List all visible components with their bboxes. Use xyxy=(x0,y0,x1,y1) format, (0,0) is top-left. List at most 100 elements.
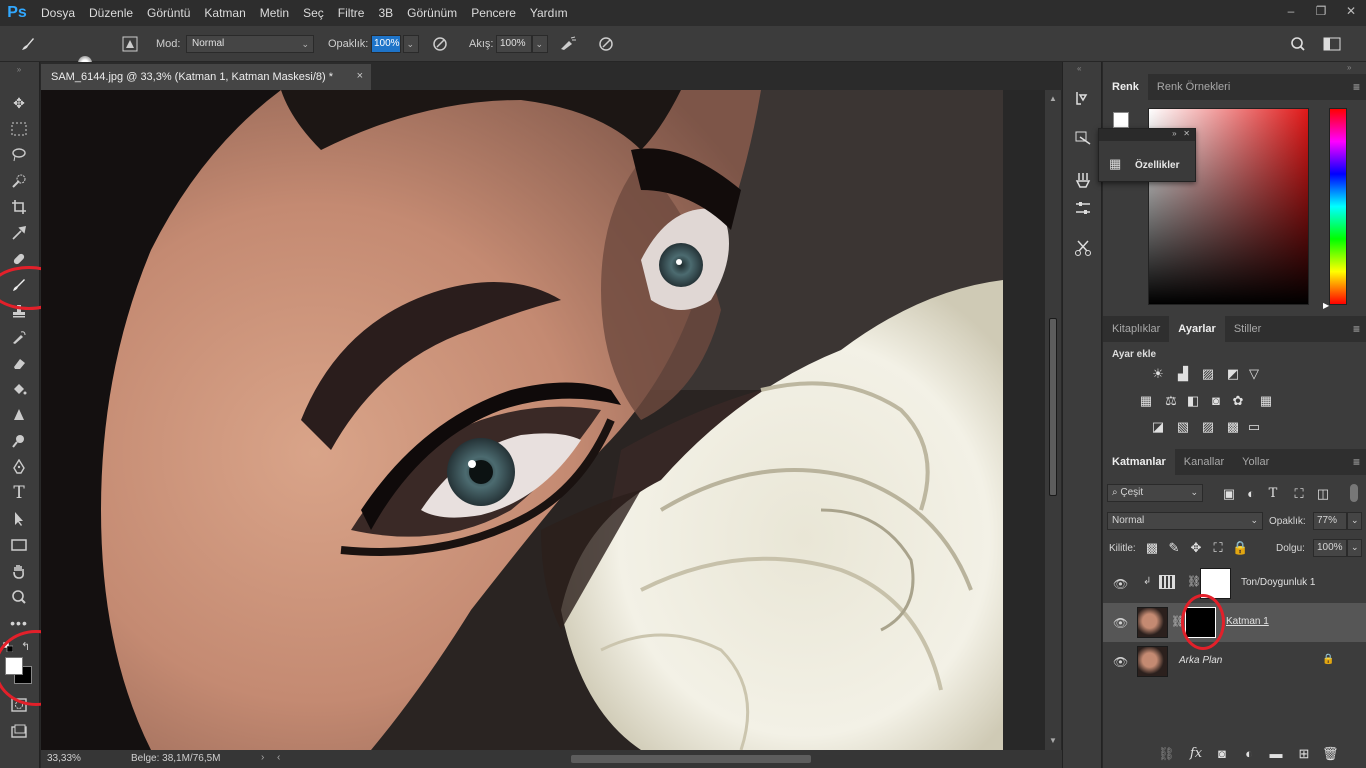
opacity-input[interactable]: 100% xyxy=(371,35,401,53)
move-tool-icon[interactable]: ✥ xyxy=(8,92,30,114)
type-tool-icon[interactable]: T xyxy=(8,482,30,504)
panel-menu-icon[interactable]: ≡ xyxy=(1353,80,1360,94)
blur-tool-icon[interactable] xyxy=(8,404,30,426)
document-tab[interactable]: SAM_6144.jpg @ 33,3% (Katman 1, Katman M… xyxy=(41,64,371,90)
brush-panel-icon[interactable] xyxy=(120,34,140,54)
flow-dropdown[interactable]: ⌄ xyxy=(532,35,548,53)
tab-renk[interactable]: Renk xyxy=(1103,74,1148,100)
horizontal-scroll-thumb[interactable] xyxy=(571,755,811,763)
filter-pixel-icon[interactable]: ▣ xyxy=(1221,487,1237,501)
hue-saturation-icon[interactable]: ▦ xyxy=(1138,394,1154,408)
hue-slider[interactable] xyxy=(1329,108,1347,305)
quick-selection-tool-icon[interactable] xyxy=(8,170,30,192)
eraser-tool-icon[interactable] xyxy=(8,352,30,374)
dodge-tool-icon[interactable] xyxy=(8,430,30,452)
tab-ayarlar[interactable]: Ayarlar xyxy=(1169,316,1225,342)
properties-label[interactable]: Özellikler xyxy=(1135,160,1179,171)
chevron-down-icon[interactable]: ⌄ xyxy=(1347,512,1362,530)
menu-filtre[interactable]: Filtre xyxy=(331,0,372,26)
menu-katman[interactable]: Katman xyxy=(197,0,252,26)
tab-renk-ornekleri[interactable]: Renk Örnekleri xyxy=(1148,74,1239,100)
minimize-button[interactable]: – xyxy=(1276,0,1306,22)
hand-tool-icon[interactable] xyxy=(8,560,30,582)
menu-pencere[interactable]: Pencere xyxy=(464,0,523,26)
pressure-opacity-icon[interactable] xyxy=(430,34,450,54)
rectangle-tool-icon[interactable] xyxy=(8,534,30,556)
collapse-icon[interactable]: » xyxy=(8,65,30,74)
layer-name[interactable]: Arka Plan xyxy=(1179,655,1222,666)
menu-gorunum[interactable]: Görünüm xyxy=(400,0,464,26)
collapse-icon[interactable]: » xyxy=(1347,63,1351,72)
screen-mode-icon[interactable] xyxy=(8,720,30,742)
curves-icon[interactable]: ▨ xyxy=(1200,367,1216,381)
menu-dosya[interactable]: Dosya xyxy=(34,0,82,26)
close-window-button[interactable]: ✕ xyxy=(1336,0,1366,22)
eye-icon[interactable]: 👁 xyxy=(1113,616,1128,630)
chevron-up-icon[interactable]: ▲ xyxy=(1049,94,1057,103)
brush-settings-icon[interactable] xyxy=(1071,168,1095,192)
menu-metin[interactable]: Metin xyxy=(253,0,296,26)
chevron-right-icon[interactable]: › xyxy=(261,752,264,763)
tab-stiller[interactable]: Stiller xyxy=(1225,316,1271,342)
opacity-dropdown[interactable]: ⌄ xyxy=(403,35,419,53)
filter-smart-object-icon[interactable]: ◫ xyxy=(1315,487,1331,501)
mode-dropdown[interactable]: Normal ⌄ xyxy=(186,35,314,53)
close-document-button[interactable]: × xyxy=(357,70,363,82)
chevron-down-icon[interactable]: ▼ xyxy=(1049,736,1057,745)
levels-icon[interactable]: ▟ xyxy=(1175,367,1191,381)
layer-thumbnail[interactable] xyxy=(1137,607,1168,638)
chain-link-icon[interactable]: ⛓ xyxy=(1187,575,1201,588)
tab-yollar[interactable]: Yollar xyxy=(1233,449,1278,475)
brush-tool-preset-icon[interactable] xyxy=(18,34,38,54)
layer-row-katman-1[interactable]: 👁 ⛓ Katman 1 xyxy=(1103,603,1366,642)
vertical-scrollbar[interactable]: ▲ ▼ xyxy=(1045,90,1061,750)
filter-adjustment-icon[interactable]: ◐ xyxy=(1243,487,1259,501)
menu-sec[interactable]: Seç xyxy=(296,0,331,26)
document-image[interactable] xyxy=(41,90,1003,750)
properties-panel-icon[interactable] xyxy=(1071,126,1095,150)
layer-row-hue-saturation[interactable]: 👁 ↲ ⛓ Ton/Doygunluk 1 xyxy=(1103,564,1366,603)
menu-yardim[interactable]: Yardım xyxy=(523,0,575,26)
eye-icon[interactable]: 👁 xyxy=(1113,655,1128,669)
lasso-tool-icon[interactable] xyxy=(8,144,30,166)
invert-icon[interactable]: ◪ xyxy=(1150,420,1166,434)
airbrush-icon[interactable] xyxy=(558,34,578,54)
pressure-size-icon[interactable] xyxy=(596,34,616,54)
history-brush-tool-icon[interactable] xyxy=(8,326,30,348)
add-mask-icon[interactable]: ◙ xyxy=(1214,747,1230,761)
lock-artboard-icon[interactable]: ⛶ xyxy=(1210,541,1226,555)
adjustments-sliders-icon[interactable] xyxy=(1071,196,1095,220)
color-foreground-swatch[interactable] xyxy=(1113,112,1129,128)
tools-scissors-icon[interactable] xyxy=(1071,236,1095,260)
trash-icon[interactable]: 🗑 xyxy=(1322,747,1339,761)
search-icon[interactable] xyxy=(1288,34,1308,54)
posterize-icon[interactable]: ▧ xyxy=(1175,420,1191,434)
fill-input[interactable]: 100% xyxy=(1313,539,1347,557)
restore-button[interactable]: ❐ xyxy=(1306,0,1336,22)
layer-thumbnail[interactable] xyxy=(1137,646,1168,677)
exposure-icon[interactable]: ◩ xyxy=(1225,367,1241,381)
lock-transparent-icon[interactable]: ▩ xyxy=(1144,541,1160,555)
paint-bucket-tool-icon[interactable] xyxy=(8,378,30,400)
layer-row-arka-plan[interactable]: 👁 Arka Plan 🔒 xyxy=(1103,642,1366,681)
lock-all-icon[interactable]: 🔒 xyxy=(1232,541,1248,555)
photo-filter-icon[interactable]: ◙ xyxy=(1208,394,1224,408)
menu-goruntu[interactable]: Görüntü xyxy=(140,0,197,26)
flow-input[interactable]: 100% xyxy=(496,35,532,53)
new-layer-icon[interactable]: ⊞ xyxy=(1296,747,1312,761)
menu-3b[interactable]: 3B xyxy=(371,0,400,26)
properties-popover[interactable]: » ✕ ▦ Özellikler xyxy=(1098,128,1196,182)
zoom-level[interactable]: 33,33% xyxy=(47,753,81,764)
chevron-down-icon[interactable]: ⌄ xyxy=(1347,539,1362,557)
hue-slider-handle[interactable]: ▶ xyxy=(1323,301,1329,310)
color-balance-icon[interactable]: ⚖ xyxy=(1163,394,1179,408)
filter-shape-icon[interactable]: ⛶ xyxy=(1291,487,1307,501)
lock-position-icon[interactable]: ✥ xyxy=(1188,541,1204,555)
gradient-map-icon[interactable]: ▭ xyxy=(1246,420,1262,434)
marquee-tool-icon[interactable] xyxy=(8,118,30,140)
collapse-icon[interactable]: « xyxy=(1077,64,1081,73)
menu-duzenle[interactable]: Düzenle xyxy=(82,0,140,26)
new-adjustment-layer-icon[interactable]: ◐ xyxy=(1241,747,1257,761)
brightness-contrast-icon[interactable]: ☀ xyxy=(1150,367,1166,381)
filter-type-icon[interactable]: T xyxy=(1265,487,1281,501)
